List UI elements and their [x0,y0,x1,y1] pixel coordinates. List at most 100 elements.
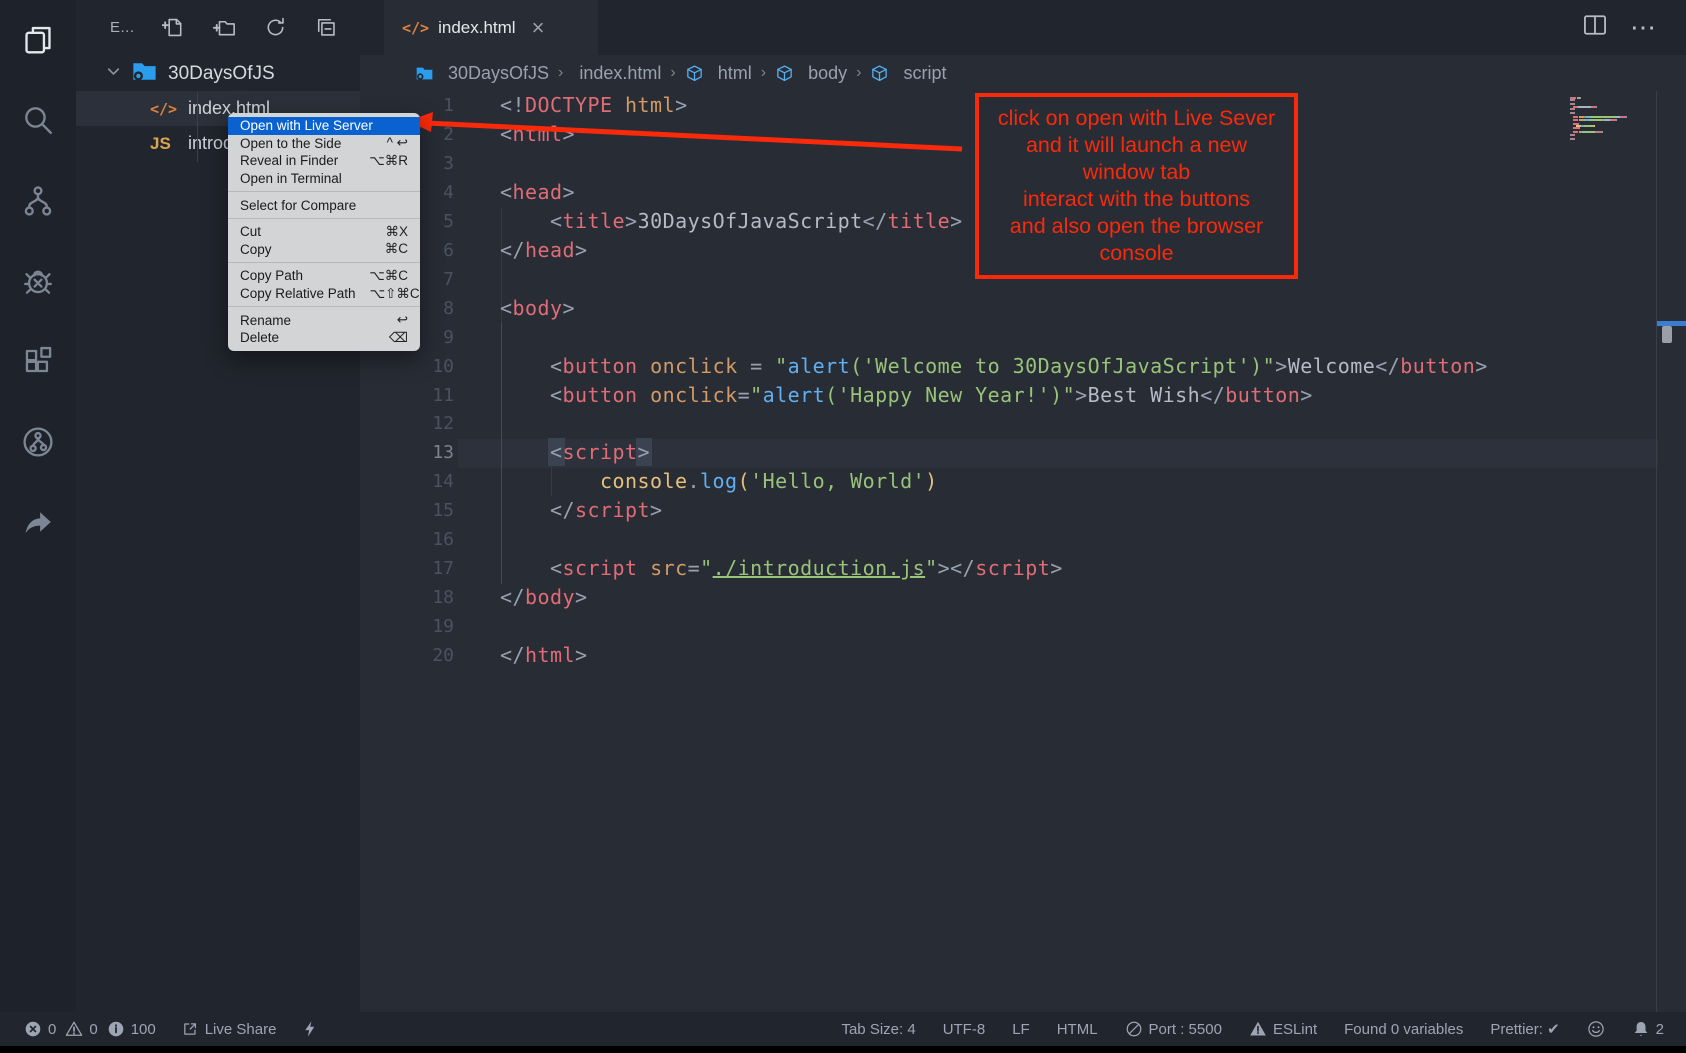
menu-item-label: Open in Terminal [240,171,408,186]
js-icon: JS [150,134,180,154]
close-icon[interactable]: × [532,17,545,39]
breadcrumb-label: body [808,63,847,84]
menu-item-open-to-the-side[interactable]: Open to the Side^ ↩ [228,135,420,153]
breadcrumb: 30DaysOfJS›index.html›html›body›script [360,55,1686,91]
line-number: 17 [394,554,454,583]
status-item-lightning-icon[interactable] [301,1020,319,1038]
menu-item-copy-relative-path[interactable]: Copy Relative Path⌥⇧⌘C [228,285,420,303]
status-item-label: Found 0 variables [1344,1021,1463,1038]
code-line-5: <title>30DaysOfJavaScript</title> [500,207,963,236]
status-item-found-0-variables[interactable]: Found 0 variables [1344,1021,1463,1038]
status-item-label: LF [1012,1021,1030,1038]
source-control-icon[interactable] [0,173,76,229]
annotation-text-line: window tab [1083,159,1191,186]
root-folder-label: 30DaysOfJS [168,63,275,85]
breadcrumb-separator: › [856,64,861,82]
menu-item-copy-path[interactable]: Copy Path⌥⌘C [228,267,420,285]
menu-item-delete[interactable]: Delete⌫ [228,329,420,347]
code-line-6: </head> [500,236,588,265]
activity-bar [0,0,76,1012]
line-number: 12 [394,409,454,438]
line-number: 13 [394,438,454,467]
overview-ruler-marker [1657,321,1686,326]
search-icon[interactable] [0,92,76,148]
annotation-text-line: console [1099,240,1173,267]
breadcrumb-item-html[interactable]: html [685,63,752,84]
breadcrumb-item-script[interactable]: script [870,63,946,84]
live-share-icon [181,1020,199,1038]
status-item-label: Tab Size: 4 [841,1021,915,1038]
status-item-bell-icon-2[interactable]: 2 [1632,1020,1664,1038]
collapse-all-icon[interactable] [315,16,339,40]
bug-icon[interactable] [0,253,76,309]
menu-item-reveal-in-finder[interactable]: Reveal in Finder ⌥⌘R [228,152,420,170]
minimap[interactable] [1563,91,1656,1012]
sidebar-item-root-folder[interactable]: 30DaysOfJS [76,56,360,91]
line-number: 14 [394,467,454,496]
menu-item-select-for-compare[interactable]: Select for Compare [228,196,420,214]
symbol-cube-icon [775,64,801,83]
more-actions-icon[interactable]: ⋯ [1630,12,1658,43]
menu-item-shortcut: ↩ [397,312,408,328]
new-file-icon[interactable] [162,16,186,40]
status-item-html[interactable]: HTML [1057,1021,1098,1038]
line-number: 20 [394,641,454,670]
new-folder-icon[interactable] [213,16,237,40]
tab-index-html[interactable]: </> index.html × [384,0,598,55]
explorer-actions [135,16,339,40]
menu-item-label: Delete [240,330,375,345]
menu-item-cut[interactable]: Cut⌘X [228,223,420,241]
status-item-error-circle-icon-0[interactable]: 0 [24,1020,56,1038]
info-circle-icon [107,1020,125,1038]
menu-item-label: Open to the Side [240,136,373,151]
breadcrumb-item-body[interactable]: body [775,63,847,84]
status-item-label: 100 [131,1021,156,1038]
files-icon[interactable] [0,12,76,68]
menu-item-copy[interactable]: Copy⌘C [228,241,420,259]
menu-separator [228,262,420,263]
menu-item-open-with-live-server[interactable]: Open with Live Server [228,117,420,135]
breadcrumb-label: index.html [579,63,661,84]
window-bottom-edge [0,1046,1686,1053]
status-item-lf[interactable]: LF [1012,1021,1030,1038]
menu-item-label: Reveal in Finder [240,153,355,168]
menu-item-open-in-terminal[interactable]: Open in Terminal [228,170,420,188]
menu-separator [228,218,420,219]
context-menu: Open with Live ServerOpen to the Side^ ↩… [228,113,420,351]
status-item-label: HTML [1057,1021,1098,1038]
status-item-live-share-icon-live-share[interactable]: Live Share [181,1020,277,1038]
code-line-8: <body> [500,294,575,323]
menu-item-shortcut: ⌥⌘R [369,153,408,169]
refresh-icon[interactable] [264,16,288,40]
menu-item-label: Cut [240,224,371,239]
menu-separator [228,191,420,192]
status-item-tab-size-4[interactable]: Tab Size: 4 [841,1021,915,1038]
extensions-icon[interactable] [0,333,76,389]
status-item-port-slash-icon-port-5500[interactable]: Port : 5500 [1125,1020,1222,1038]
status-item-utf-8[interactable]: UTF-8 [943,1021,986,1038]
menu-item-rename[interactable]: Rename↩ [228,311,420,329]
symbol-cube-icon [870,64,896,83]
code-line-10: <button onclick = "alert('Welcome to 30D… [500,352,1488,381]
breadcrumb-item-30DaysOfJS[interactable]: 30DaysOfJS [415,63,549,84]
split-editor-icon[interactable] [1582,12,1608,43]
share-arrow-icon[interactable] [0,494,76,550]
lightning-icon [301,1020,319,1038]
tree-indent-guide [197,92,198,162]
scrollbar-thumb[interactable] [1662,326,1672,343]
code-line-18: </body> [500,583,588,612]
status-item-warning-filled-icon-eslint[interactable]: ESLint [1249,1020,1317,1038]
status-item-smiley-icon[interactable] [1587,1020,1605,1038]
line-number: 11 [394,381,454,410]
symbol-cube-icon [685,64,711,83]
menu-item-label: Copy Relative Path [240,286,356,301]
status-item-label: ESLint [1273,1021,1317,1038]
status-item-info-circle-icon-100[interactable]: 100 [107,1020,156,1038]
chevron-down-icon [105,63,122,85]
status-left: 00 100 Live Share [24,1020,319,1038]
circle-branch-icon[interactable] [0,414,76,470]
breadcrumb-item-index-html[interactable]: index.html [572,63,661,84]
status-item-prettier-[interactable]: Prettier: ✔ [1490,1020,1559,1038]
status-item-warning-triangle-icon-0[interactable]: 0 [65,1020,97,1038]
code-line-4: <head> [500,178,575,207]
